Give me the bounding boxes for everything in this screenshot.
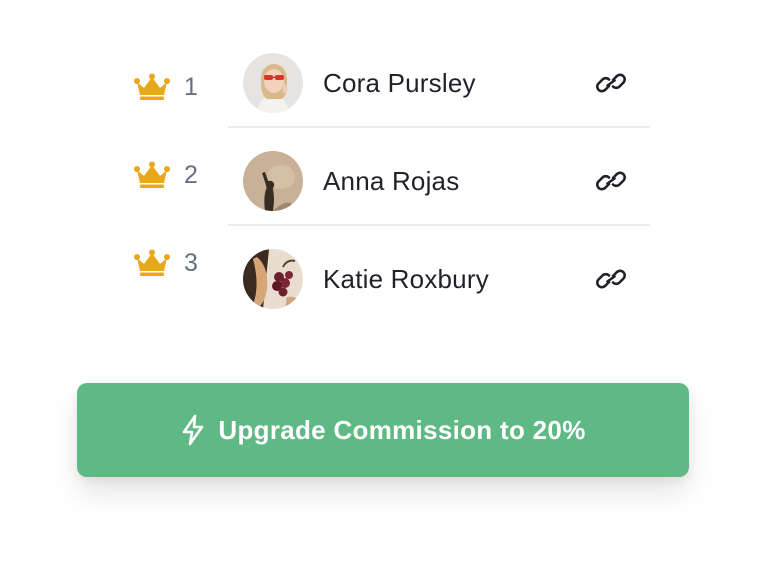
rank-cell: 2 xyxy=(134,126,198,224)
avatar-image xyxy=(243,249,303,309)
row-divider xyxy=(228,224,650,226)
avatar-image xyxy=(243,53,303,113)
rank-cell: 3 xyxy=(134,214,198,312)
avatar xyxy=(243,249,303,309)
upgrade-button-content: Upgrade Commission to 20% xyxy=(180,414,585,446)
participant-name: Katie Roxbury xyxy=(323,263,489,294)
rank-number: 2 xyxy=(184,160,198,189)
upgrade-commission-button[interactable]: Upgrade Commission to 20% xyxy=(77,383,689,477)
leaderboard-row: 1 Cora Pursley xyxy=(0,34,766,132)
upgrade-button-label: Upgrade Commission to 20% xyxy=(218,414,586,445)
crown-icon xyxy=(134,161,170,188)
copy-link-button[interactable] xyxy=(596,70,626,96)
link-icon xyxy=(596,171,626,191)
leaderboard-row: 2 Anna Rojas xyxy=(0,132,766,230)
link-icon xyxy=(596,269,626,289)
row-divider xyxy=(228,126,650,128)
copy-link-button[interactable] xyxy=(596,266,626,292)
crown-icon xyxy=(134,249,170,276)
participant-name: Cora Pursley xyxy=(323,67,476,98)
avatar-image xyxy=(243,151,303,211)
avatar xyxy=(243,53,303,113)
rank-number: 3 xyxy=(184,248,198,277)
avatar xyxy=(243,151,303,211)
rank-cell: 1 xyxy=(134,38,198,136)
lightning-bolt-icon xyxy=(183,414,204,446)
crown-icon xyxy=(134,73,170,100)
link-icon xyxy=(596,73,626,93)
leaderboard-row: 3 Katie Roxbury xyxy=(0,230,766,328)
rank-number: 1 xyxy=(184,72,198,101)
copy-link-button[interactable] xyxy=(596,168,626,194)
participant-name: Anna Rojas xyxy=(323,165,460,196)
